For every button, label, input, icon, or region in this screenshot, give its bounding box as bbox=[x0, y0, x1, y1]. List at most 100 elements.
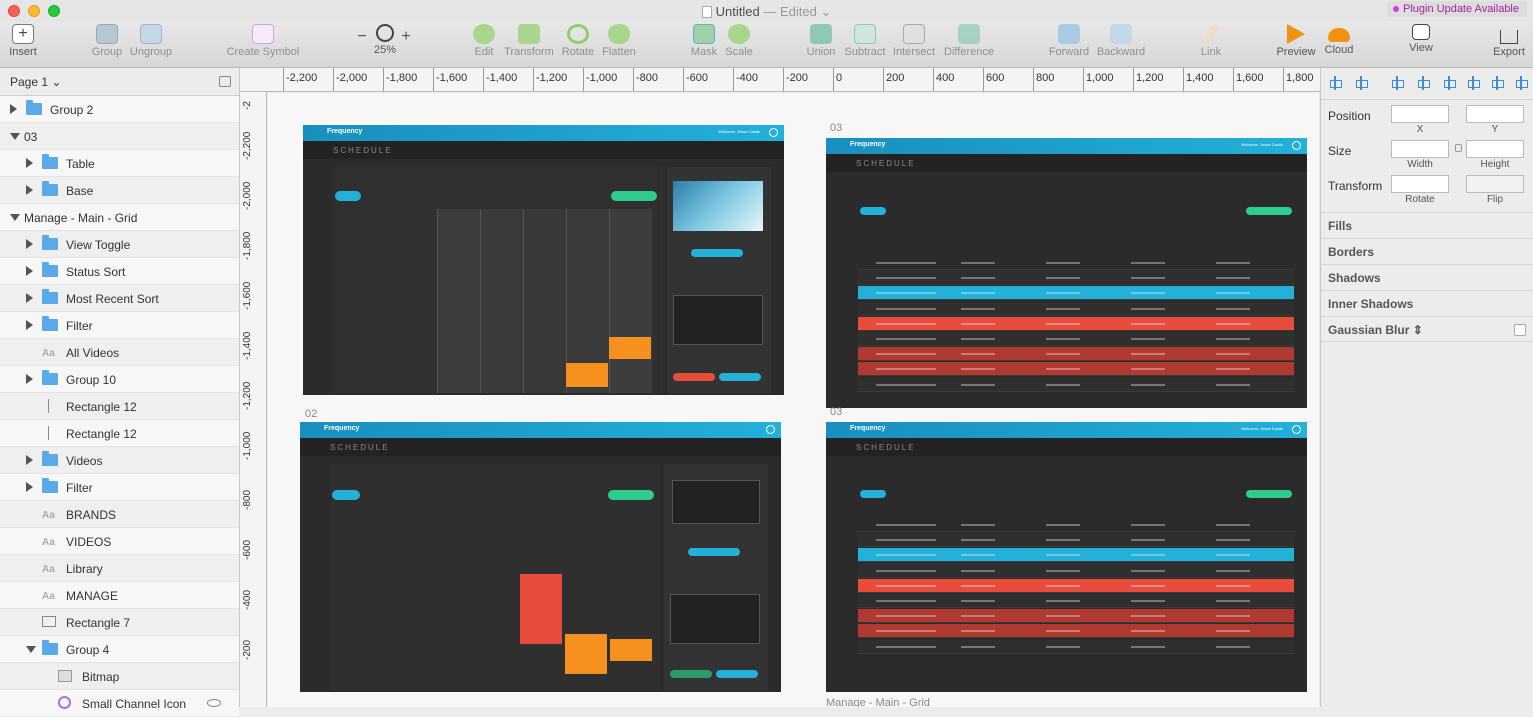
artboard-header: Frequency bbox=[300, 422, 781, 438]
group-button[interactable]: Group bbox=[90, 24, 124, 58]
difference-button[interactable]: Difference bbox=[942, 24, 996, 58]
layer-row[interactable]: Group 4 bbox=[0, 636, 239, 663]
inner-shadows-section[interactable]: Inner Shadows bbox=[1321, 290, 1533, 316]
layer-row[interactable]: View Toggle bbox=[0, 231, 239, 258]
disclosure-closed-icon[interactable] bbox=[26, 455, 33, 465]
align-top-icon[interactable] bbox=[1467, 76, 1480, 90]
layer-row[interactable]: Aa VIDEOS bbox=[0, 528, 239, 555]
layer-row[interactable]: Filter bbox=[0, 474, 239, 501]
distribute-horizontal-icon[interactable] bbox=[1329, 76, 1342, 90]
layer-row[interactable]: Rectangle 12 bbox=[0, 393, 239, 420]
layer-row[interactable]: Bitmap bbox=[0, 663, 239, 690]
layer-row[interactable]: Filter bbox=[0, 312, 239, 339]
layer-row[interactable]: Table bbox=[0, 150, 239, 177]
top-ruler[interactable]: -2,200 -2,000 -1,800 -1,600 -1,400 -1,200 -1,0… bbox=[240, 68, 1320, 92]
chevron-down-icon[interactable]: ⌄ bbox=[820, 4, 831, 19]
artboard-list-wireframe[interactable]: Frequency Welcome, Jesse Castle SCHEDULE bbox=[826, 422, 1307, 692]
preview-button[interactable]: Preview bbox=[1276, 24, 1316, 58]
align-left-icon[interactable] bbox=[1391, 76, 1404, 90]
canvas[interactable]: Frequency Welcome, Jesse Castle SCHEDULE… bbox=[268, 93, 1319, 707]
create-symbol-button[interactable]: Create Symbol bbox=[226, 24, 300, 58]
eye-icon[interactable] bbox=[207, 699, 221, 707]
flatten-button[interactable]: Flatten bbox=[600, 24, 638, 58]
layer-row[interactable]: Small Channel Icon bbox=[0, 690, 239, 717]
disclosure-closed-icon[interactable] bbox=[26, 266, 33, 276]
layer-row[interactable]: Rectangle 12 bbox=[0, 420, 239, 447]
layer-row[interactable]: Aa BRANDS bbox=[0, 501, 239, 528]
disclosure-closed-icon[interactable] bbox=[26, 239, 33, 249]
layer-row[interactable]: Aa All Videos bbox=[0, 339, 239, 366]
shadows-section[interactable]: Shadows bbox=[1321, 264, 1533, 290]
layer-row[interactable]: Manage - Main - Grid bbox=[0, 204, 239, 231]
disclosure-closed-icon[interactable] bbox=[10, 104, 17, 114]
ungroup-button[interactable]: Ungroup bbox=[128, 24, 174, 58]
intersect-button[interactable]: Intersect bbox=[891, 24, 937, 58]
borders-section[interactable]: Borders bbox=[1321, 238, 1533, 264]
x-field[interactable] bbox=[1391, 105, 1449, 123]
artboard-label[interactable]: Manage - Main - Grid bbox=[826, 697, 930, 707]
forward-button[interactable]: Forward bbox=[1048, 24, 1090, 58]
layer-row[interactable]: Status Sort bbox=[0, 258, 239, 285]
zoom-out-button[interactable]: − bbox=[356, 28, 368, 46]
insert-button[interactable]: + Insert bbox=[6, 24, 40, 58]
layer-row[interactable]: Aa MANAGE bbox=[0, 582, 239, 609]
align-right-icon[interactable] bbox=[1443, 76, 1456, 90]
page-selector[interactable]: Page 1 ⌄ bbox=[0, 68, 239, 96]
mask-button[interactable]: Mask bbox=[688, 24, 720, 58]
layer-row[interactable]: Aa Library bbox=[0, 555, 239, 582]
layer-row[interactable]: Group 10 bbox=[0, 366, 239, 393]
gaussian-blur-section[interactable]: Gaussian Blur ⇕ bbox=[1321, 316, 1533, 342]
disclosure-open-icon[interactable] bbox=[10, 133, 20, 140]
subtract-button[interactable]: Subtract bbox=[842, 24, 888, 58]
flip-buttons[interactable] bbox=[1466, 175, 1524, 193]
union-button[interactable]: Union bbox=[804, 24, 838, 58]
zoom-control[interactable]: 25% bbox=[372, 24, 398, 56]
page-name[interactable]: Page 1 ⌄ bbox=[10, 75, 61, 89]
disclosure-closed-icon[interactable] bbox=[26, 185, 33, 195]
layer-row[interactable]: 03 bbox=[0, 123, 239, 150]
artboard-schedule-wireframe[interactable]: Frequency SCHEDULE bbox=[300, 422, 781, 692]
width-field[interactable] bbox=[1391, 140, 1449, 158]
align-middle-icon[interactable] bbox=[1491, 76, 1504, 90]
rotate-button[interactable]: Rotate bbox=[560, 24, 596, 58]
disclosure-closed-icon[interactable] bbox=[26, 158, 33, 168]
zoom-in-button[interactable]: + bbox=[400, 28, 412, 46]
height-field[interactable] bbox=[1466, 140, 1524, 158]
disclosure-closed-icon[interactable] bbox=[26, 374, 33, 384]
lock-icon[interactable] bbox=[1455, 144, 1462, 152]
gaussian-blur-checkbox[interactable] bbox=[1514, 324, 1526, 336]
align-center-icon[interactable] bbox=[1417, 76, 1430, 90]
artboard-label[interactable]: 03 bbox=[830, 406, 842, 418]
disclosure-open-icon[interactable] bbox=[10, 214, 20, 221]
stepper-icon[interactable]: ⇕ bbox=[1413, 323, 1423, 337]
rotate-field[interactable] bbox=[1391, 175, 1449, 193]
edit-button[interactable]: Edit bbox=[468, 24, 500, 58]
view-button[interactable]: View bbox=[1404, 24, 1438, 54]
layer-row[interactable]: Most Recent Sort bbox=[0, 285, 239, 312]
plugin-update-badge[interactable]: Plugin Update Available bbox=[1387, 1, 1527, 17]
disclosure-open-icon[interactable] bbox=[26, 646, 36, 653]
link-button[interactable]: Link bbox=[1196, 23, 1226, 58]
disclosure-closed-icon[interactable] bbox=[26, 482, 33, 492]
disclosure-closed-icon[interactable] bbox=[26, 320, 33, 330]
export-button[interactable]: Export bbox=[1490, 24, 1528, 58]
scale-button[interactable]: Scale bbox=[723, 24, 755, 58]
layer-row[interactable]: Rectangle 7 bbox=[0, 609, 239, 636]
disclosure-closed-icon[interactable] bbox=[26, 293, 33, 303]
artboard-label[interactable]: 03 bbox=[830, 122, 842, 134]
transform-button[interactable]: Transform bbox=[503, 24, 555, 58]
left-ruler[interactable]: -2 -2,200 -2,000 -1,800 -1,600 -1,400 -1,200 -1… bbox=[240, 92, 267, 707]
cloud-button[interactable]: Cloud bbox=[1322, 24, 1356, 56]
layer-row[interactable]: Group 2 bbox=[0, 96, 239, 123]
layer-row[interactable]: Videos bbox=[0, 447, 239, 474]
backward-button[interactable]: Backward bbox=[1096, 24, 1146, 58]
fills-section[interactable]: Fills bbox=[1321, 212, 1533, 238]
artboard-label[interactable]: 02 bbox=[305, 408, 317, 420]
align-bottom-icon[interactable] bbox=[1515, 76, 1528, 90]
artboard-schedule-list[interactable]: Frequency Welcome, Jesse Castle SCHEDULE bbox=[826, 138, 1307, 408]
artboard-schedule-calendar[interactable]: Frequency Welcome, Jesse Castle SCHEDULE bbox=[303, 125, 784, 395]
distribute-vertical-icon[interactable] bbox=[1355, 76, 1368, 90]
page-toggle-icon[interactable] bbox=[219, 76, 231, 87]
layer-row[interactable]: Base bbox=[0, 177, 239, 204]
y-field[interactable] bbox=[1466, 105, 1524, 123]
